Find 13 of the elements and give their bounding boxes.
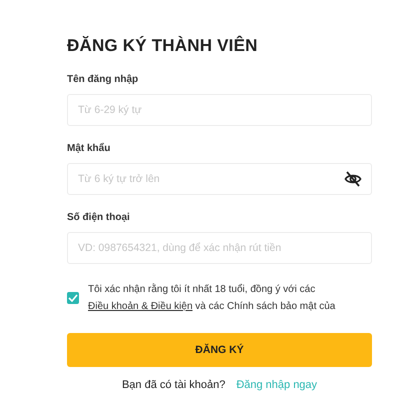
password-field[interactable]: Từ 6 ký tự trở lên — [67, 163, 372, 195]
input-field[interactable]: VD: 0987654321, dùng để xác nhận rút tiền — [67, 232, 372, 264]
eye-slash-icon[interactable] — [344, 171, 362, 187]
input-field[interactable]: Từ 6-29 ký tự — [67, 94, 372, 126]
field-label: Mật khẩu — [67, 143, 112, 154]
checkbox[interactable] — [67, 292, 79, 304]
account-prompt: Bạn đã có tài khoản? — [122, 379, 226, 391]
agreement-text: Tôi xác nhận rằng tôi ít nhất 18 tuổi, đồng ý với các Điều khoản & Điều kiện và các Chính sách bảo mật của — [88, 282, 336, 314]
form-title: ĐĂNG KÝ THÀNH VIÊN — [67, 36, 259, 56]
register-button[interactable]: ĐĂNG KÝ — [67, 333, 372, 367]
field-label: Số điện thoại — [67, 212, 131, 223]
field-label: Tên đăng nhập — [67, 74, 140, 85]
terms-link[interactable]: Điều khoản & Điều kiện — [88, 301, 193, 312]
